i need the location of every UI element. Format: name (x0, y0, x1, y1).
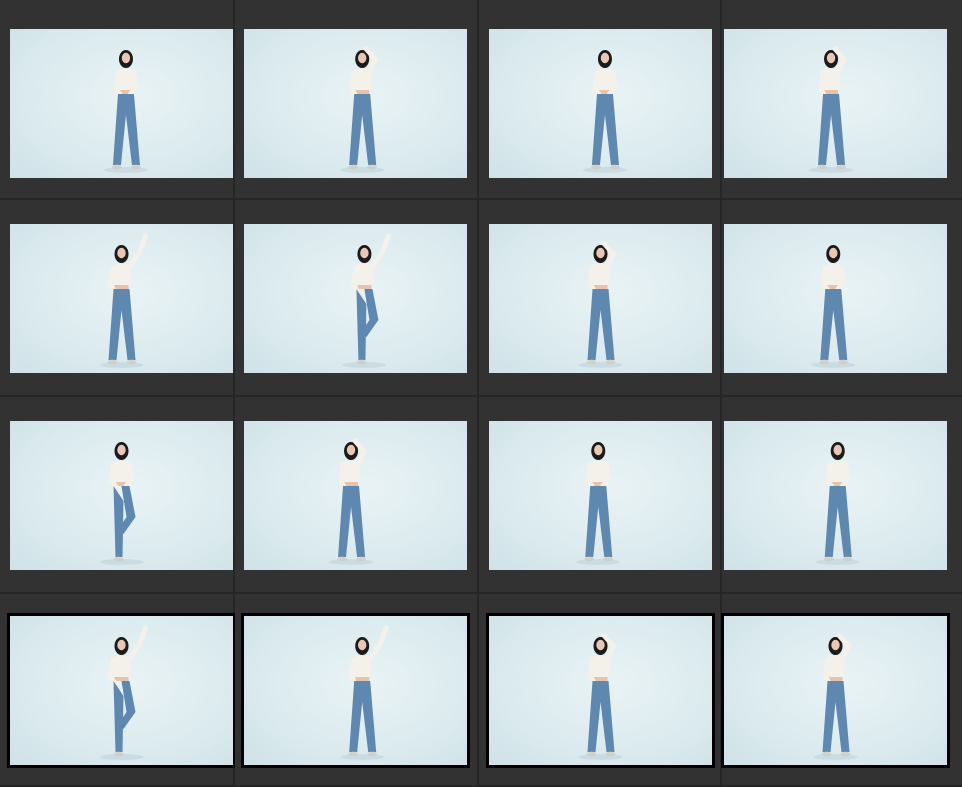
photo-image (10, 224, 233, 373)
photo-cell[interactable] (722, 200, 962, 397)
model-figure (578, 241, 623, 368)
selected-photo-thumbnail[interactable] (486, 613, 715, 768)
photo-cell[interactable] (0, 397, 235, 594)
photo-cell[interactable] (0, 200, 235, 397)
photo-thumbnail[interactable] (489, 421, 712, 570)
photo-image (10, 616, 233, 765)
photo-cell[interactable] (235, 594, 479, 787)
photo-thumbnail[interactable] (724, 421, 947, 570)
photo-cell[interactable] (479, 594, 722, 787)
photo-thumbnail[interactable] (10, 224, 233, 373)
photo-thumbnail[interactable] (10, 421, 233, 570)
photo-cell[interactable] (479, 200, 722, 397)
model-figure (813, 633, 858, 760)
model-figure (340, 46, 385, 173)
model-figure (815, 442, 860, 565)
model-figure (99, 442, 144, 565)
photo-cell[interactable] (722, 0, 962, 200)
model-figure (342, 233, 391, 368)
selected-photo-thumbnail[interactable] (7, 613, 236, 768)
photo-grid (0, 0, 962, 787)
photo-cell[interactable] (0, 0, 235, 200)
photo-thumbnail[interactable] (724, 224, 947, 373)
photo-image (724, 421, 947, 570)
photo-image (489, 29, 712, 178)
photo-cell[interactable] (479, 397, 722, 594)
photo-image (244, 616, 467, 765)
selected-photo-thumbnail[interactable] (241, 613, 470, 768)
photo-image (10, 29, 233, 178)
selected-photo-thumbnail[interactable] (721, 613, 950, 768)
photo-cell[interactable] (0, 594, 236, 787)
photo-image (724, 616, 947, 765)
model-figure (103, 50, 148, 173)
photo-thumbnail[interactable] (724, 29, 947, 178)
model-figure (811, 245, 856, 368)
photo-thumbnail[interactable] (489, 224, 712, 373)
photo-image (489, 224, 712, 373)
photo-thumbnail[interactable] (489, 29, 712, 178)
photo-image (10, 421, 233, 570)
model-figure (340, 625, 389, 760)
photo-cell[interactable] (722, 397, 962, 594)
model-figure (99, 625, 148, 760)
photo-cell[interactable] (479, 0, 722, 200)
photo-cell[interactable] (721, 594, 962, 787)
model-figure (809, 46, 854, 173)
photo-thumbnail[interactable] (10, 29, 233, 178)
model-figure (582, 50, 627, 173)
photo-thumbnail[interactable] (244, 224, 467, 373)
photo-image (489, 421, 712, 570)
photo-image (724, 224, 947, 373)
photo-cell[interactable] (235, 200, 479, 397)
photo-thumbnail[interactable] (244, 29, 467, 178)
photo-cell[interactable] (235, 0, 479, 200)
photo-image (724, 29, 947, 178)
photo-image (489, 616, 712, 765)
model-figure (576, 442, 621, 565)
model-figure (99, 233, 148, 368)
model-figure (578, 633, 623, 760)
photo-image (244, 29, 467, 178)
photo-thumbnail[interactable] (244, 421, 467, 570)
photo-cell[interactable] (235, 397, 479, 594)
photo-image (244, 224, 467, 373)
photo-image (244, 421, 467, 570)
model-figure (329, 438, 374, 565)
